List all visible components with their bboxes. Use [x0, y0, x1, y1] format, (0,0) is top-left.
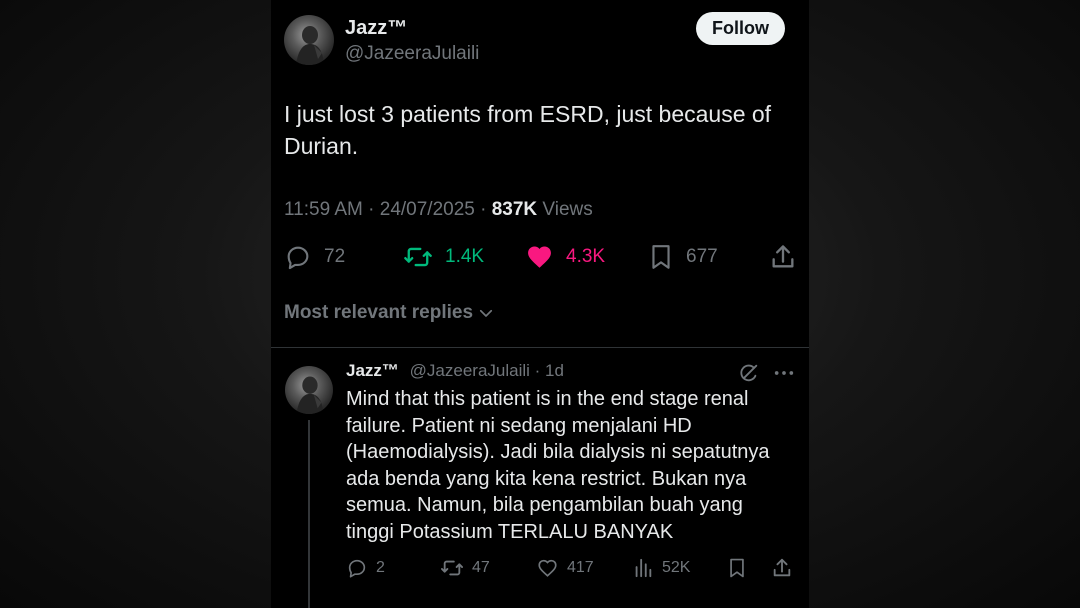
reply-repost-button[interactable]: 47 — [440, 557, 490, 579]
reply-like-button[interactable]: 417 — [536, 557, 594, 579]
reply-age[interactable]: 1d — [545, 361, 564, 380]
reply-views-count: 52K — [662, 559, 691, 576]
follow-button[interactable]: Follow — [696, 12, 785, 45]
views-label: Views — [537, 199, 593, 220]
avatar-photo-icon — [296, 26, 324, 65]
reply-author-handle[interactable]: @JazeeraJulaili — [410, 361, 530, 380]
avatar-photo-icon — [296, 376, 324, 414]
grok-button[interactable] — [738, 362, 760, 384]
more-options-button[interactable] — [773, 362, 795, 384]
reply-author-name[interactable]: Jazz™ — [346, 361, 399, 380]
reply-bookmark-button[interactable] — [726, 557, 748, 579]
bookmark-icon — [652, 245, 670, 269]
avatar[interactable] — [284, 15, 334, 65]
reply-like-count: 417 — [567, 559, 594, 576]
reply-reply-button[interactable]: 2 — [346, 557, 385, 579]
like-button[interactable]: 4.3K — [525, 243, 605, 271]
repost-count: 1.4K — [445, 246, 485, 267]
reply-views-button[interactable]: 52K — [632, 557, 690, 579]
reply-repost-count: 47 — [472, 559, 490, 576]
reply-reply-count: 2 — [376, 559, 385, 576]
reply-count: 72 — [324, 246, 346, 267]
tweet-timestamp[interactable]: 11:59 AM · 24/07/2025 · — [284, 199, 492, 220]
like-count: 4.3K — [566, 246, 606, 267]
replies-sort-dropdown[interactable]: Most relevant replies — [284, 302, 495, 324]
share-icon — [773, 558, 791, 577]
reply-button[interactable]: 72 — [284, 243, 345, 271]
repost-icon — [440, 560, 463, 576]
reply-share-button[interactable] — [771, 557, 793, 579]
reply-header: Jazz™ @JazeeraJulaili · 1d — [346, 361, 564, 381]
tweet-text: I just lost 3 patients from ESRD, just b… — [284, 101, 772, 159]
tweet-panel: Jazz™ @JazeeraJulaili Follow I just lost… — [271, 0, 809, 608]
replies-sort-label: Most relevant replies — [284, 302, 474, 323]
chevron-down-icon — [479, 309, 493, 317]
reply-avatar[interactable] — [285, 366, 333, 414]
bookmark-icon — [730, 558, 744, 578]
share-button[interactable] — [769, 243, 797, 271]
views-count: 837K — [491, 199, 538, 220]
views-chart-icon — [635, 558, 652, 578]
bookmark-button[interactable]: 677 — [648, 243, 718, 271]
reply-icon — [287, 246, 309, 270]
heart-icon — [528, 246, 551, 268]
reply-icon — [348, 559, 366, 578]
grok-icon — [740, 364, 758, 382]
bookmark-count: 677 — [686, 246, 718, 267]
heart-outline-icon — [538, 559, 557, 577]
divider — [271, 347, 809, 348]
share-icon — [772, 245, 794, 268]
more-icon — [774, 371, 794, 375]
author-handle[interactable]: @JazeeraJulaili — [345, 43, 479, 65]
repost-icon — [404, 247, 432, 267]
repost-button[interactable]: 1.4K — [403, 243, 484, 271]
author-name[interactable]: Jazz™ — [345, 17, 407, 40]
reply-text: Mind that this patient is in the end sta… — [346, 388, 770, 543]
tweet-meta: 11:59 AM · 24/07/2025 · 837K Views — [284, 199, 593, 221]
thread-line — [308, 420, 310, 608]
reply-separator: · — [529, 361, 546, 380]
